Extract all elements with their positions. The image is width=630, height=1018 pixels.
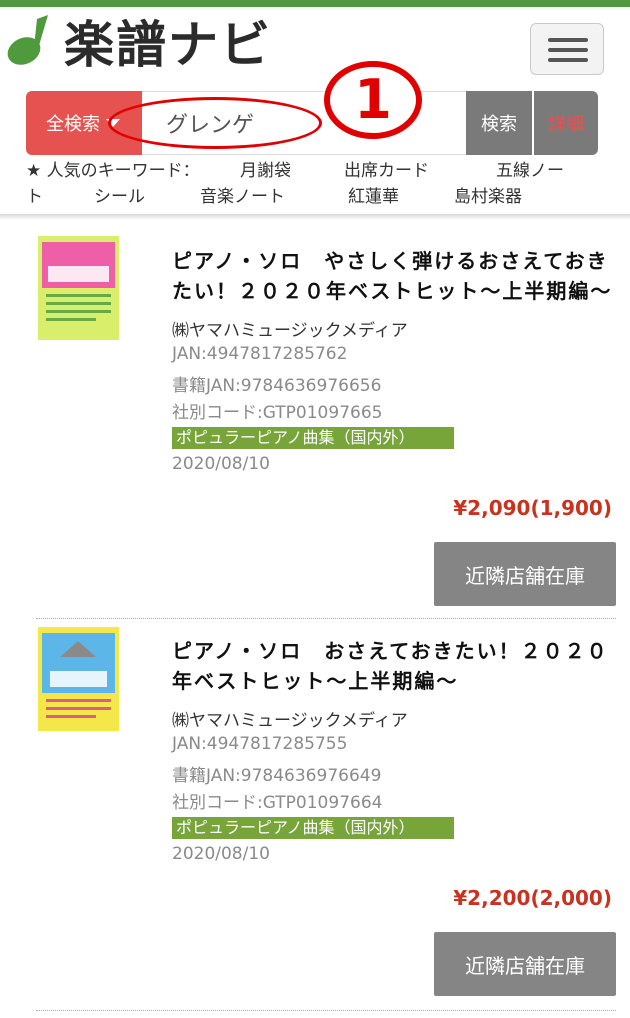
product-jan: JAN:4947817285762 — [172, 344, 348, 364]
hamburger-icon — [548, 38, 588, 42]
product-title[interactable]: ピアノ・ソロ おさえておきたい！２０２０ — [172, 636, 630, 666]
product-genre-badge: ポピュラーピアノ曲集（国内外） — [172, 817, 454, 839]
menu-button[interactable] — [530, 23, 604, 75]
item-divider — [36, 618, 616, 619]
product-thumbnail[interactable] — [38, 627, 119, 731]
keywords-label: ★ 人気のキーワード： — [26, 161, 200, 181]
nearby-stock-button[interactable]: 近隣店舗在庫 — [434, 542, 616, 606]
keyword-link[interactable]: 月謝袋 — [240, 158, 291, 184]
item-divider — [36, 1010, 616, 1011]
product-price: ¥2,090(1,900) — [453, 496, 612, 520]
product-title[interactable]: ピアノ・ソロ やさしく弾けるおさえておき — [172, 246, 630, 276]
keyword-link[interactable]: 島村楽器 — [454, 184, 522, 210]
product-price: ¥2,200(2,000) — [453, 886, 612, 910]
keyword-link[interactable]: ト — [26, 184, 43, 210]
popular-keywords: ★ 人気のキーワード： 月謝袋 出席カード 五線ノー ト シール 音楽ノート 紅… — [26, 158, 606, 210]
keyword-link[interactable]: 紅蓮華 — [348, 184, 399, 210]
svg-text:1: 1 — [354, 68, 392, 131]
product-book-jan: 書籍JAN:9784636976656 — [172, 376, 382, 396]
keyword-link[interactable]: 音楽ノート — [200, 184, 285, 210]
site-logo[interactable]: 楽譜ナビ — [4, 10, 272, 74]
logo-text: 楽譜ナビ — [64, 16, 272, 74]
annotation-oval — [108, 97, 322, 149]
header-shadow — [0, 214, 630, 220]
product-date: 2020/08/10 — [172, 454, 270, 474]
search-button[interactable]: 検索 — [466, 91, 532, 155]
product-genre-badge: ポピュラーピアノ曲集（国内外） — [172, 427, 454, 449]
detail-search-button[interactable]: 詳細 — [534, 91, 598, 155]
annotation-number-one: 1 — [324, 61, 422, 139]
product-title[interactable]: 年ベストヒット〜上半期編〜 — [172, 666, 630, 696]
product-code: 社別コード:GTP01097665 — [172, 403, 383, 423]
product-title[interactable]: たい！２０２０年ベストヒット〜上半期編〜 — [172, 276, 630, 306]
keyword-link[interactable]: 出席カード — [344, 158, 429, 184]
product-publisher: ㈱ヤマハミュージックメディア — [172, 321, 408, 341]
product-thumbnail[interactable] — [38, 236, 119, 340]
nearby-stock-button[interactable]: 近隣店舗在庫 — [434, 932, 616, 996]
product-code: 社別コード:GTP01097664 — [172, 793, 383, 813]
product-date: 2020/08/10 — [172, 844, 270, 864]
music-note-logo-icon — [7, 15, 48, 65]
keyword-link[interactable]: 五線ノー — [496, 158, 564, 184]
product-jan: JAN:4947817285755 — [172, 734, 348, 754]
keyword-link[interactable]: シール — [94, 184, 145, 210]
search-scope-label: 全検索 — [46, 114, 100, 135]
product-book-jan: 書籍JAN:9784636976649 — [172, 766, 382, 786]
product-publisher: ㈱ヤマハミュージックメディア — [172, 711, 408, 731]
